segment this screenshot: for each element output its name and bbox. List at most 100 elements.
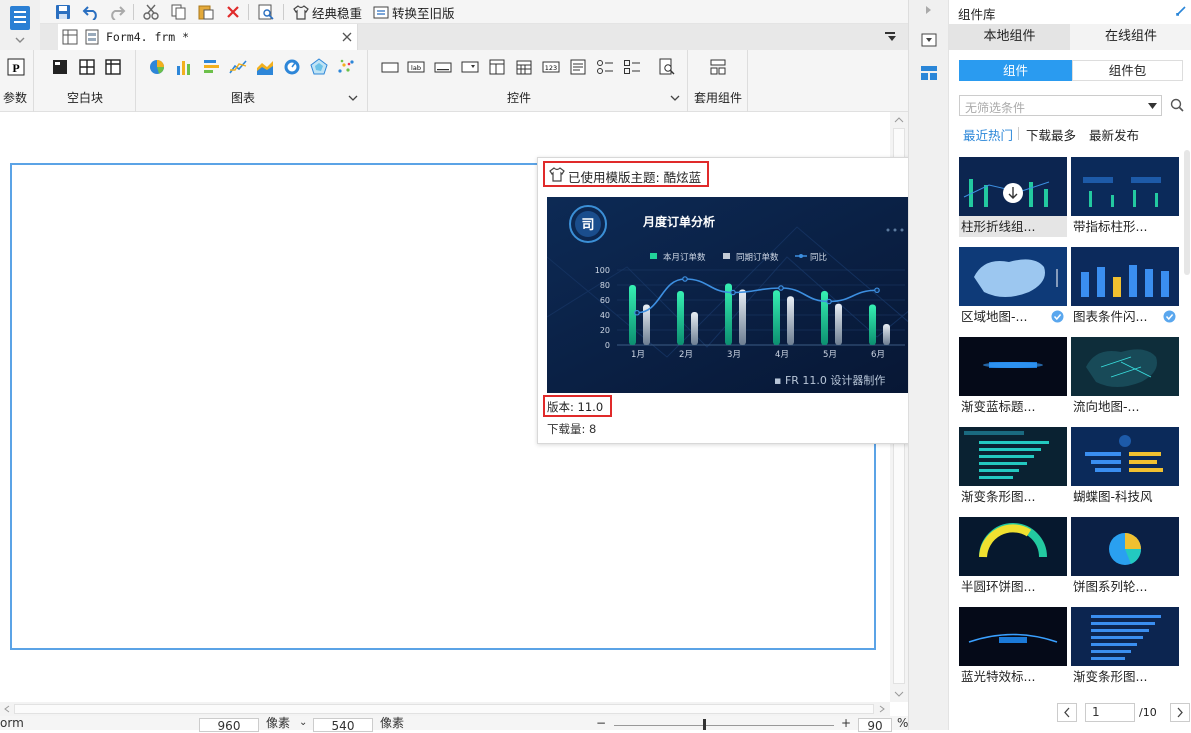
component-item[interactable]: 柱形折线组...	[959, 157, 1067, 237]
textarea-widget-icon[interactable]	[569, 58, 587, 76]
component-item[interactable]: 饼图系列轮...	[1071, 517, 1179, 597]
page-input[interactable]: 1	[1085, 703, 1135, 722]
save-icon[interactable]	[52, 2, 74, 22]
paste-icon[interactable]	[195, 2, 217, 22]
sort-most-downloads[interactable]: 下载最多	[1026, 125, 1076, 144]
component-item[interactable]: 渐变条形图...	[1071, 607, 1179, 687]
chevron-right-icon	[1177, 707, 1183, 718]
component-item[interactable]: 蓝光特效标...	[959, 607, 1067, 687]
component-item[interactable]: 蝴蝶图-科技风	[1071, 427, 1179, 507]
checkbox-group-icon[interactable]	[623, 58, 641, 76]
installed-check-icon	[1163, 310, 1176, 323]
page-total: /10	[1139, 706, 1157, 719]
convert-old-version-button[interactable]: 转换至旧版	[373, 3, 455, 22]
redo-icon[interactable]	[106, 2, 128, 22]
param-icon[interactable]: P	[7, 58, 25, 76]
list-widget-icon[interactable]	[488, 58, 506, 76]
split-layout-icon[interactable]	[78, 58, 96, 76]
ribbon-label-apply-component: 套用组件	[694, 91, 743, 105]
cut-icon[interactable]	[140, 2, 162, 22]
line-point	[874, 287, 880, 294]
component-item[interactable]: 图表条件闪...	[1071, 247, 1179, 327]
undo-icon[interactable]	[80, 2, 102, 22]
x-tick-label: 1月	[631, 350, 645, 360]
horizontal-scroll-thumb[interactable]	[14, 704, 874, 714]
component-item[interactable]: 半圆环饼图...	[959, 517, 1067, 597]
component-thumbnail	[1071, 607, 1179, 666]
horizontal-bar-icon[interactable]	[202, 58, 220, 76]
label-widget-icon[interactable]	[381, 58, 399, 76]
combo-widget-icon[interactable]	[461, 58, 479, 76]
horizontal-scrollbar[interactable]	[0, 702, 890, 716]
pie-chart-icon[interactable]	[148, 58, 166, 76]
delete-icon[interactable]	[222, 2, 244, 22]
subtab-components[interactable]: 组件	[959, 60, 1072, 81]
radar-chart-icon[interactable]	[310, 58, 328, 76]
scroll-left-icon[interactable]	[3, 705, 11, 713]
pin-icon[interactable]	[1175, 5, 1187, 17]
copy-icon[interactable]	[168, 2, 190, 22]
filter-select[interactable]: 无筛选条件	[959, 95, 1162, 116]
tab-local-components[interactable]: 本地组件	[949, 24, 1070, 50]
filter-placeholder: 无筛选条件	[965, 101, 1026, 115]
zoom-slider-handle[interactable]	[703, 719, 706, 730]
charts-expand-icon[interactable]	[348, 94, 358, 102]
absolute-layout-icon[interactable]	[51, 58, 69, 76]
gauge-chart-icon[interactable]	[283, 58, 301, 76]
component-thumbnail	[959, 607, 1067, 666]
radio-group-icon[interactable]	[596, 58, 614, 76]
subtab-packages[interactable]: 组件包	[1072, 60, 1183, 81]
legend-label: 同比	[810, 252, 827, 263]
bar-chart-icon[interactable]	[175, 58, 193, 76]
component-panel-icon[interactable]	[920, 65, 938, 81]
search-icon[interactable]	[1170, 98, 1184, 112]
classic-theme-button[interactable]: 经典稳重	[293, 3, 362, 22]
component-item[interactable]: 渐变条形图...	[959, 427, 1067, 507]
component-thumbnail	[959, 247, 1067, 306]
widget-panel-icon[interactable]	[921, 33, 937, 47]
app-menu-button[interactable]	[0, 0, 40, 50]
component-thumbnail	[1071, 427, 1179, 486]
area-chart-icon[interactable]	[256, 58, 274, 76]
side-strip	[908, 0, 948, 730]
component-item[interactable]: 区域地图-...	[959, 247, 1067, 327]
component-thumbnail	[959, 427, 1067, 486]
tab-dropdown-icon[interactable]	[884, 31, 898, 43]
line-chart-icon[interactable]	[229, 58, 247, 76]
scroll-up-icon[interactable]	[894, 116, 904, 124]
widgets-expand-icon[interactable]	[670, 94, 680, 102]
collapse-arrow-icon[interactable]	[925, 5, 933, 15]
template-preview-popup: 已使用模版主题: 酷炫蓝 司 月度订单分析 本月订单数 同期订单数 同比 100…	[537, 157, 948, 444]
apply-component-icon[interactable]	[709, 58, 727, 76]
text-widget-icon[interactable]: lab	[407, 58, 425, 76]
unit-dropdown-icon[interactable]: ⌄	[299, 716, 307, 730]
scroll-right-icon[interactable]	[878, 705, 886, 713]
close-tab-icon[interactable]	[342, 32, 352, 42]
component-item[interactable]: 流向地图-...	[1071, 337, 1179, 417]
quick-toolbar: 经典稳重 转换至旧版	[40, 0, 908, 24]
zoom-out-icon[interactable]: −	[596, 716, 606, 730]
component-item[interactable]: 渐变蓝标题...	[959, 337, 1067, 417]
number-widget-icon[interactable]: 123	[542, 58, 560, 76]
component-item[interactable]: 带指标柱形...	[1071, 157, 1179, 237]
ribbon-group-apply-component: 套用组件	[688, 50, 748, 112]
zoom-in-icon[interactable]: +	[841, 716, 851, 730]
scroll-down-icon[interactable]	[894, 690, 904, 698]
next-page-button[interactable]	[1170, 703, 1190, 722]
tab-online-components[interactable]: 在线组件	[1070, 24, 1191, 50]
component-thumbnail	[1071, 247, 1179, 306]
sort-recent-hot[interactable]: 最近热门	[963, 125, 1013, 144]
search-widget-icon[interactable]	[658, 58, 676, 76]
panel-scrollbar[interactable]	[1184, 150, 1190, 275]
scatter-chart-icon[interactable]	[337, 58, 355, 76]
zoom-slider[interactable]	[614, 725, 834, 726]
date-widget-icon[interactable]	[515, 58, 533, 76]
prev-page-button[interactable]	[1057, 703, 1077, 722]
preview-icon[interactable]	[255, 2, 277, 22]
preview-image: 司 月度订单分析 本月订单数 同期订单数 同比 100 80 60 40 20 0 1月 2月 3月 4月…	[547, 197, 938, 393]
button-widget-icon[interactable]	[434, 58, 452, 76]
tab-form4[interactable]: Form4. frm *	[58, 24, 358, 50]
sort-newest[interactable]: 最新发布	[1089, 125, 1139, 144]
table-layout-icon[interactable]	[104, 58, 122, 76]
y-tick-label: 0	[605, 341, 610, 350]
